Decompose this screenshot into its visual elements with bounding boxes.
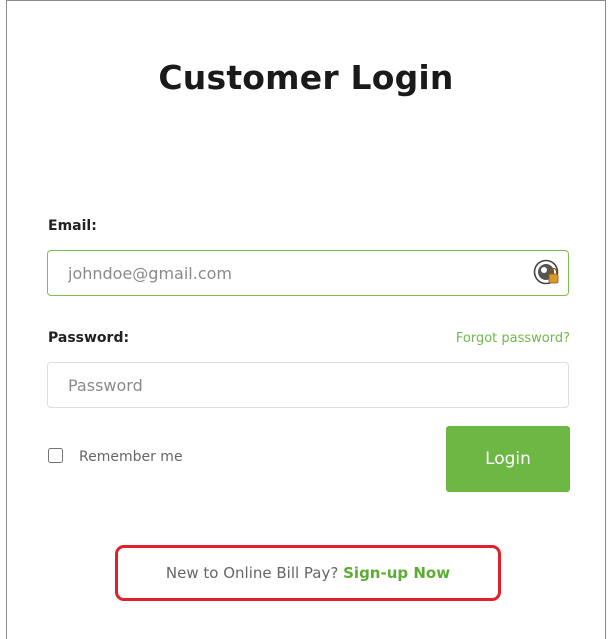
signup-prompt: New to Online Bill Pay? Sign-up Now xyxy=(0,564,612,582)
email-field[interactable] xyxy=(47,250,569,296)
password-label: Password: xyxy=(48,330,130,346)
remember-me-checkbox[interactable] xyxy=(48,447,63,463)
password-manager-icon[interactable] xyxy=(533,259,561,287)
remember-me-label: Remember me xyxy=(79,449,183,465)
remember-me[interactable]: Remember me xyxy=(48,447,183,465)
login-button[interactable]: Login xyxy=(446,426,570,492)
signup-prompt-text: New to Online Bill Pay? xyxy=(165,564,339,582)
page-title: Customer Login xyxy=(158,58,454,97)
signup-link[interactable]: Sign-up Now xyxy=(343,564,450,582)
email-label: Email: xyxy=(48,218,97,234)
password-field[interactable] xyxy=(47,362,569,408)
forgot-password-link[interactable]: Forgot password? xyxy=(456,331,570,346)
